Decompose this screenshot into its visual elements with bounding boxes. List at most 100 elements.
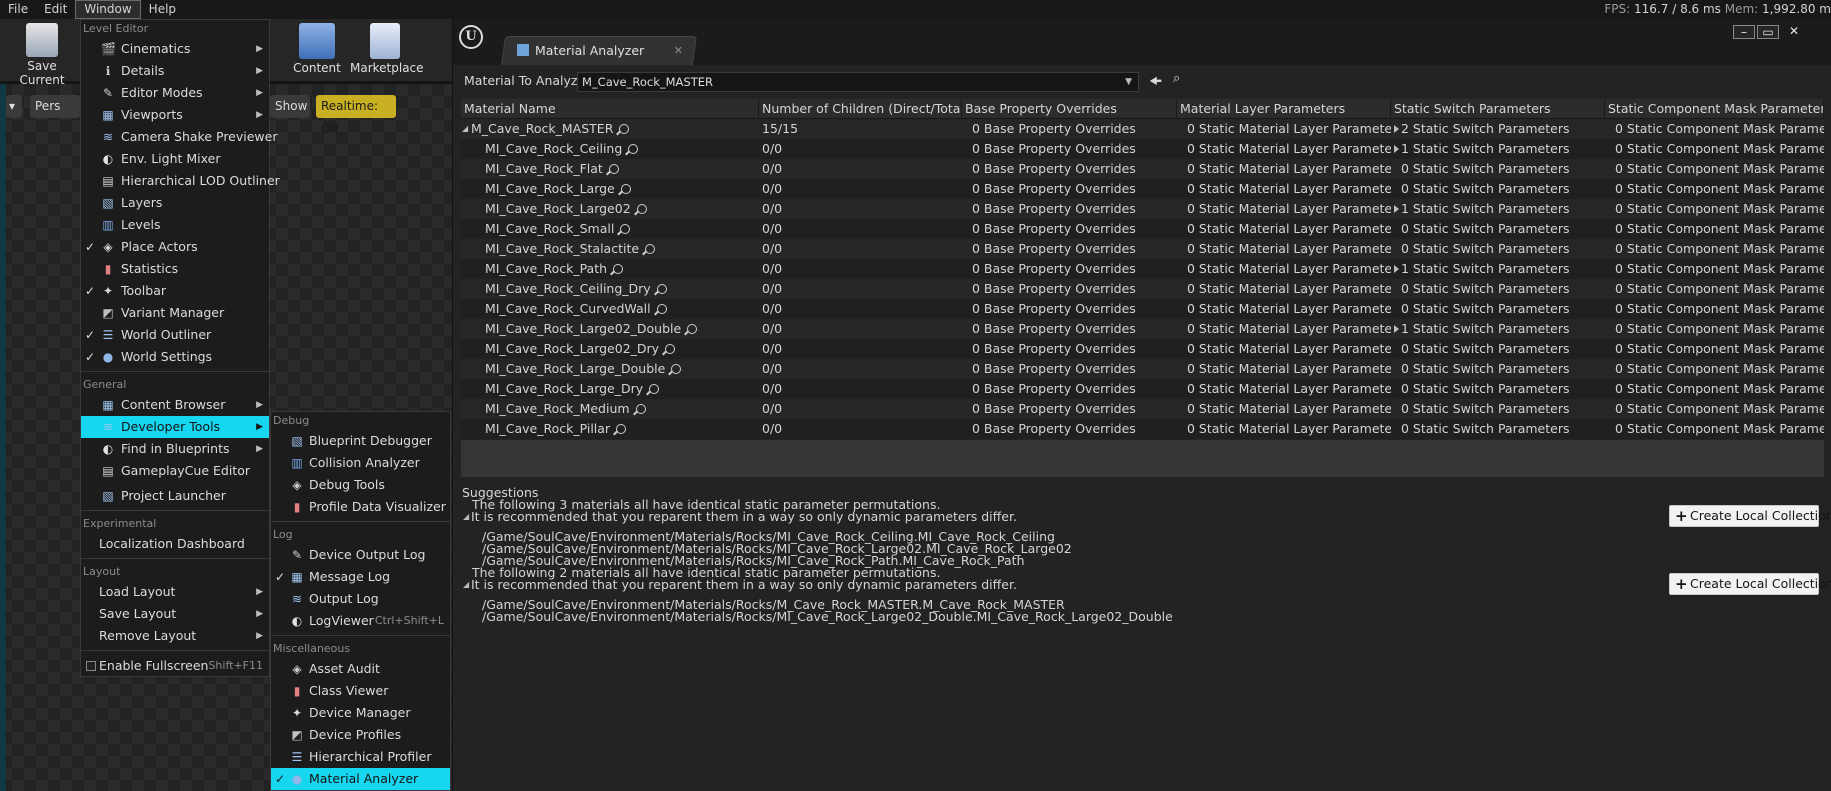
table-row[interactable]: MI_Cave_Rock_Pillar 0/0 0 Base Property Ov…	[461, 419, 1824, 439]
expand-arrow-icon[interactable]	[1394, 145, 1399, 153]
menu-item-message-log[interactable]: ✓ ▦ Message Log	[271, 566, 450, 588]
menu-item-enable-fullscreen[interactable]: Enable Fullscreen Shift+F11	[81, 655, 269, 677]
material-name-cell[interactable]: MI_Cave_Rock_Flat	[461, 159, 759, 179]
material-name-cell[interactable]: ◢ M_Cave_Rock_MASTER	[461, 119, 759, 139]
realtime-toggle[interactable]: Realtime: Off	[316, 95, 396, 136]
find-in-browser-icon[interactable]	[645, 244, 656, 254]
menu-item-levels[interactable]: ▥ Levels	[81, 214, 269, 236]
menu-item-save-layout[interactable]: Save Layout ▶	[81, 603, 269, 625]
table-row[interactable]: MI_Cave_Rock_Large 0/0 0 Base Property Ove…	[461, 179, 1824, 199]
minimize-button[interactable]: –	[1733, 25, 1755, 39]
material-name-cell[interactable]: MI_Cave_Rock_CurvedWall	[461, 299, 759, 319]
collapse-icon[interactable]: ◢	[463, 580, 469, 589]
menu-item-remove-layout[interactable]: Remove Layout ▶	[81, 625, 269, 647]
close-button[interactable]: ✕	[1783, 25, 1805, 39]
material-to-analyze-dropdown[interactable]: M_Cave_Rock_MASTER ▼	[577, 72, 1139, 92]
expand-arrow-icon[interactable]	[1394, 205, 1399, 213]
table-row[interactable]: MI_Cave_Rock_Large_Double 0/0 0 Base Prope…	[461, 359, 1824, 379]
create-local-collection-button[interactable]: + Create Local Collection	[1669, 505, 1831, 527]
menu-item-hierarchical-lod-outliner[interactable]: ▤ Hierarchical LOD Outliner	[81, 170, 279, 192]
menu-item-blueprint-debugger[interactable]: ▧ Blueprint Debugger	[271, 430, 450, 452]
material-name-cell[interactable]: MI_Cave_Rock_Large02_Double	[461, 319, 759, 339]
find-in-browser-icon[interactable]	[687, 324, 698, 334]
material-name-cell[interactable]: MI_Cave_Rock_Ceiling	[461, 139, 759, 159]
menu-item-env-light-mixer[interactable]: ◐ Env. Light Mixer	[81, 148, 269, 170]
material-name-cell[interactable]: MI_Cave_Rock_Path	[461, 259, 759, 279]
find-in-browser-icon[interactable]	[635, 404, 646, 414]
menu-item-cinematics[interactable]: 🎬 Cinematics ▶	[81, 38, 269, 60]
table-row[interactable]: MI_Cave_Rock_Small 0/0 0 Base Property Ove…	[461, 219, 1824, 239]
find-in-browser-icon[interactable]	[636, 204, 647, 214]
find-in-browser-icon[interactable]	[671, 364, 682, 374]
table-row[interactable]: MI_Cave_Rock_Large_Dry 0/0 0 Base Property…	[461, 379, 1824, 399]
menu-item-world-outliner[interactable]: ✓ ☰ World Outliner	[81, 324, 269, 346]
material-name-cell[interactable]: MI_Cave_Rock_Medium	[461, 399, 759, 419]
menu-item-editor-modes[interactable]: ✎ Editor Modes ▶	[81, 82, 269, 104]
find-in-browser-icon[interactable]	[616, 424, 627, 434]
menu-item-world-settings[interactable]: ✓ ● World Settings	[81, 346, 269, 368]
marketplace-button[interactable]: Marketplace	[350, 23, 424, 75]
menu-item-viewports[interactable]: ▦ Viewports ▶	[81, 104, 269, 126]
menu-item-find-in-blueprints[interactable]: ◐ Find in Blueprints ▶	[81, 438, 269, 460]
viewport-options-dropdown[interactable]: ▾	[6, 95, 22, 118]
menu-item-toolbar[interactable]: ✓ ✦ Toolbar	[81, 280, 269, 302]
find-in-browser-icon[interactable]	[608, 164, 619, 174]
material-name-cell[interactable]: MI_Cave_Rock_Large	[461, 179, 759, 199]
find-in-browser-icon[interactable]	[620, 184, 631, 194]
menu-item-device-output-log[interactable]: ✎ Device Output Log	[271, 544, 450, 566]
find-in-browser-icon[interactable]	[656, 284, 667, 294]
menu-item-device-profiles[interactable]: ◩ Device Profiles	[271, 724, 450, 746]
menu-item-project-launcher[interactable]: ▧ Project Launcher	[81, 485, 269, 507]
material-name-cell[interactable]: MI_Cave_Rock_Ceiling_Dry	[461, 279, 759, 299]
material-name-cell[interactable]: MI_Cave_Rock_Large_Double	[461, 359, 759, 379]
material-name-cell[interactable]: MI_Cave_Rock_Pillar	[461, 419, 759, 439]
material-name-cell[interactable]: MI_Cave_Rock_Large02	[461, 199, 759, 219]
menu-item-class-viewer[interactable]: ▮ Class Viewer	[271, 680, 450, 702]
menu-item-variant-manager[interactable]: ◩ Variant Manager	[81, 302, 269, 324]
content-button[interactable]: Content	[290, 23, 344, 75]
switch-params-cell[interactable]: 2 Static Switch Parameters	[1391, 119, 1605, 139]
collapse-icon[interactable]: ◢	[463, 512, 469, 521]
menu-item-device-manager[interactable]: ✦ Device Manager	[271, 702, 450, 724]
find-in-browser-icon[interactable]: ⌕	[1173, 71, 1180, 86]
table-row[interactable]: MI_Cave_Rock_Large02 0/0 0 Base Property O…	[461, 199, 1824, 219]
table-row[interactable]: MI_Cave_Rock_Ceiling_Dry 0/0 0 Base Proper…	[461, 279, 1824, 299]
menu-item-camera-shake-previewer[interactable]: ≋ Camera Shake Previewer	[81, 126, 278, 148]
material-name-cell[interactable]: MI_Cave_Rock_Small	[461, 219, 759, 239]
menu-item-statistics[interactable]: ▮ Statistics	[81, 258, 269, 280]
column-header[interactable]: Number of Children (Direct/Total)	[759, 99, 962, 119]
maximize-button[interactable]: ▭	[1757, 25, 1779, 39]
menu-help[interactable]: Help	[141, 0, 184, 19]
menu-item-output-log[interactable]: ≋ Output Log	[271, 588, 450, 610]
tab-close-icon[interactable]: ✕	[674, 36, 683, 66]
tab-material-analyzer[interactable]: Material Analyzer ✕	[509, 36, 695, 65]
table-row[interactable]: ◢ M_Cave_Rock_MASTER 15/15 0 Base Property …	[461, 119, 1824, 139]
menu-item-hierarchical-profiler[interactable]: ☰ Hierarchical Profiler	[271, 746, 450, 768]
column-header[interactable]: Static Component Mask Parameters	[1605, 99, 1824, 119]
menu-item-gameplaycue-editor[interactable]: ▤ GameplayCue Editor	[81, 460, 269, 482]
show-button[interactable]: Show	[270, 95, 310, 118]
column-header[interactable]: Material Layer Parameters	[1177, 99, 1391, 119]
find-in-browser-icon[interactable]	[613, 264, 624, 274]
table-row[interactable]: MI_Cave_Rock_Stalactite 0/0 0 Base Propert…	[461, 239, 1824, 259]
menu-item-content-browser[interactable]: ▦ Content Browser ▶	[81, 394, 269, 416]
material-name-cell[interactable]: MI_Cave_Rock_Large_Dry	[461, 379, 759, 399]
browse-back-icon[interactable]: 🠜	[1149, 71, 1162, 96]
switch-params-cell[interactable]: 1 Static Switch Parameters	[1391, 139, 1605, 159]
find-in-browser-icon[interactable]	[628, 144, 639, 154]
menu-item-load-layout[interactable]: Load Layout ▶	[81, 581, 269, 603]
material-name-cell[interactable]: MI_Cave_Rock_Large02_Dry	[461, 339, 759, 359]
find-in-browser-icon[interactable]	[620, 224, 631, 234]
column-header[interactable]: Base Property Overrides	[962, 99, 1177, 119]
menu-item-place-actors[interactable]: ✓ ◈ Place Actors	[81, 236, 269, 258]
table-row[interactable]: MI_Cave_Rock_Ceiling 0/0 0 Base Property O…	[461, 139, 1824, 159]
table-row[interactable]: MI_Cave_Rock_Medium 0/0 0 Base Property Ov…	[461, 399, 1824, 419]
expand-arrow-icon[interactable]	[1394, 125, 1399, 133]
material-name-cell[interactable]: MI_Cave_Rock_Stalactite	[461, 239, 759, 259]
switch-params-cell[interactable]: 1 Static Switch Parameters	[1391, 319, 1605, 339]
table-row[interactable]: MI_Cave_Rock_Flat 0/0 0 Base Property Over…	[461, 159, 1824, 179]
perspective-button[interactable]: Pers	[30, 95, 80, 118]
menu-item-localization-dashboard[interactable]: Localization Dashboard	[81, 533, 269, 555]
table-row[interactable]: MI_Cave_Rock_Path 0/0 0 Base Property Over…	[461, 259, 1824, 279]
menu-item-layers[interactable]: ▧ Layers	[81, 192, 269, 214]
